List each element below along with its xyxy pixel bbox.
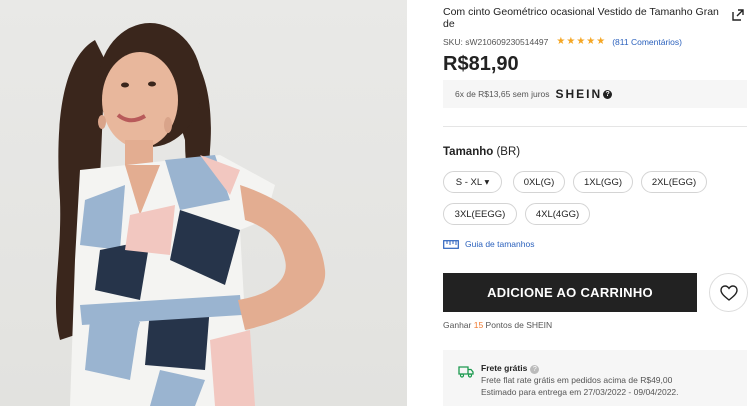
size-option-4xl[interactable]: 4XL(4GG): [525, 203, 590, 225]
size-option-2xl[interactable]: 2XL(EGG): [641, 171, 707, 193]
installment-text: 6x de R$13,65 sem juros: [455, 89, 550, 99]
installment-info-icon[interactable]: ?: [603, 89, 613, 99]
share-icon[interactable]: [731, 8, 745, 22]
points-suffix: Pontos de SHEIN: [483, 320, 553, 330]
size-option-3xl[interactable]: 3XL(EEGG): [443, 203, 517, 225]
product-title: Com cinto Geométrico ocasional Vestido d…: [443, 6, 719, 30]
product-photo-illustration: [55, 23, 326, 406]
star-icon: ★★★★★: [556, 36, 607, 47]
size-range-selector[interactable]: S - XL ▾: [443, 171, 502, 193]
heart-icon: [719, 284, 738, 301]
shein-pay-logo: SHEIN: [555, 87, 603, 101]
divider: [443, 126, 747, 127]
installment-info: 6x de R$13,65 sem juros SHEIN ?: [443, 80, 747, 108]
add-to-cart-button[interactable]: ADICIONE AO CARRINHO: [443, 273, 697, 312]
size-guide-icon: [443, 239, 459, 249]
truck-icon: [458, 366, 474, 378]
size-guide-label: Guia de tamanhos: [465, 239, 535, 249]
wishlist-button[interactable]: [709, 273, 748, 312]
shipping-line-2: Estimado para entrega em 27/03/2022 - 09…: [481, 387, 679, 397]
product-price: R$81,90: [443, 53, 519, 75]
shipping-info-icon[interactable]: ?: [530, 365, 540, 374]
size-option-1xl[interactable]: 1XL(GG): [573, 171, 633, 193]
shipping-title: Frete grátis: [481, 363, 528, 373]
sku-rating-row: SKU: sW2106092305144​97 ★★★★★ (811 Comen…: [443, 36, 682, 47]
shipping-line-1: Frete flat rate grátis em pedidos acima …: [481, 375, 673, 385]
size-region: (BR): [493, 146, 521, 158]
size-option-0xl[interactable]: 0XL(G): [513, 171, 565, 193]
size-guide-link[interactable]: Guia de tamanhos: [443, 239, 534, 249]
sku-label: SKU: sW2106092305144​97: [443, 36, 549, 47]
reviews-link[interactable]: (811 Comentários): [612, 37, 682, 47]
points-info: Ganhar 15 Pontos de SHEIN: [443, 320, 552, 330]
shipping-info: Frete grátis? Frete flat rate grátis em …: [443, 350, 747, 406]
points-prefix: Ganhar: [443, 320, 474, 330]
product-image[interactable]: [0, 0, 407, 406]
points-count: 15: [473, 320, 484, 330]
shipping-text: Frete grátis? Frete flat rate grátis em …: [481, 362, 679, 398]
size-heading: Tamanho (BR): [443, 146, 520, 158]
size-label: Tamanho: [443, 146, 494, 158]
